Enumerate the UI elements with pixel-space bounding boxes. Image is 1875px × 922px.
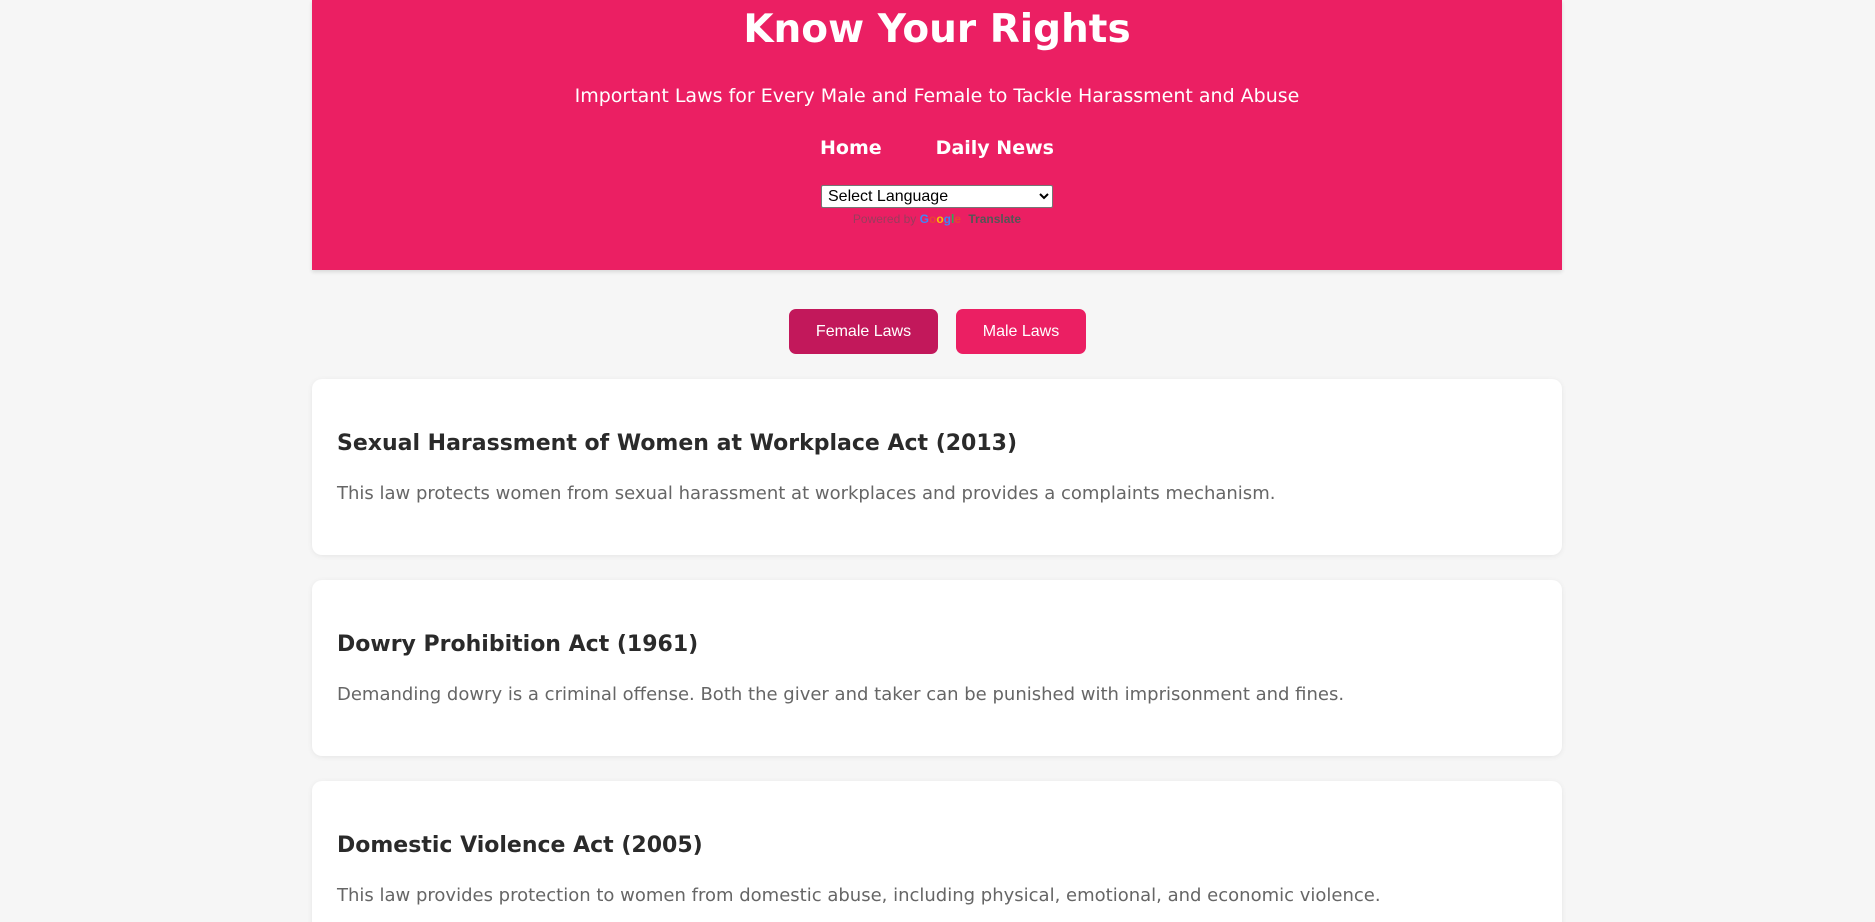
law-card: Dowry Prohibition Act (1961) Demanding d… bbox=[312, 580, 1562, 756]
law-category-tabs: Female Laws Male Laws bbox=[0, 309, 1875, 354]
nav-link-daily-news[interactable]: Daily News bbox=[936, 135, 1054, 161]
language-select[interactable]: Select Language bbox=[821, 185, 1053, 208]
law-title: Dowry Prohibition Act (1961) bbox=[337, 632, 699, 657]
site-subtitle: Important Laws for Every Male and Female… bbox=[574, 85, 1300, 107]
powered-by-translate: Powered by Google Translate bbox=[312, 211, 1562, 227]
google-logo-icon: Google bbox=[919, 212, 962, 226]
page: Know Your Rights Important Laws for Ever… bbox=[0, 0, 1875, 922]
male-laws-button[interactable]: Male Laws bbox=[956, 309, 1086, 354]
main-nav: Home Daily News bbox=[312, 135, 1562, 161]
law-title: Sexual Harassment of Women at Workplace … bbox=[337, 431, 1018, 456]
site-header: Know Your Rights Important Laws for Ever… bbox=[312, 0, 1562, 270]
translate-link[interactable]: Translate bbox=[968, 212, 1021, 226]
law-card: Domestic Violence Act (2005) This law pr… bbox=[312, 781, 1562, 922]
law-description: Demanding dowry is a criminal offense. B… bbox=[337, 684, 1345, 705]
law-description: This law protects women from sexual hara… bbox=[337, 483, 1276, 504]
powered-by-label: Powered by bbox=[852, 212, 917, 226]
law-description: This law provides protection to women fr… bbox=[337, 885, 1381, 906]
google-translate-widget: Select Language Powered by Google Transl… bbox=[312, 185, 1562, 227]
law-card: Sexual Harassment of Women at Workplace … bbox=[312, 379, 1562, 555]
female-laws-button[interactable]: Female Laws bbox=[789, 309, 938, 354]
law-title: Domestic Violence Act (2005) bbox=[337, 833, 703, 858]
site-title: Know Your Rights bbox=[743, 7, 1131, 52]
nav-link-home[interactable]: Home bbox=[820, 135, 882, 161]
